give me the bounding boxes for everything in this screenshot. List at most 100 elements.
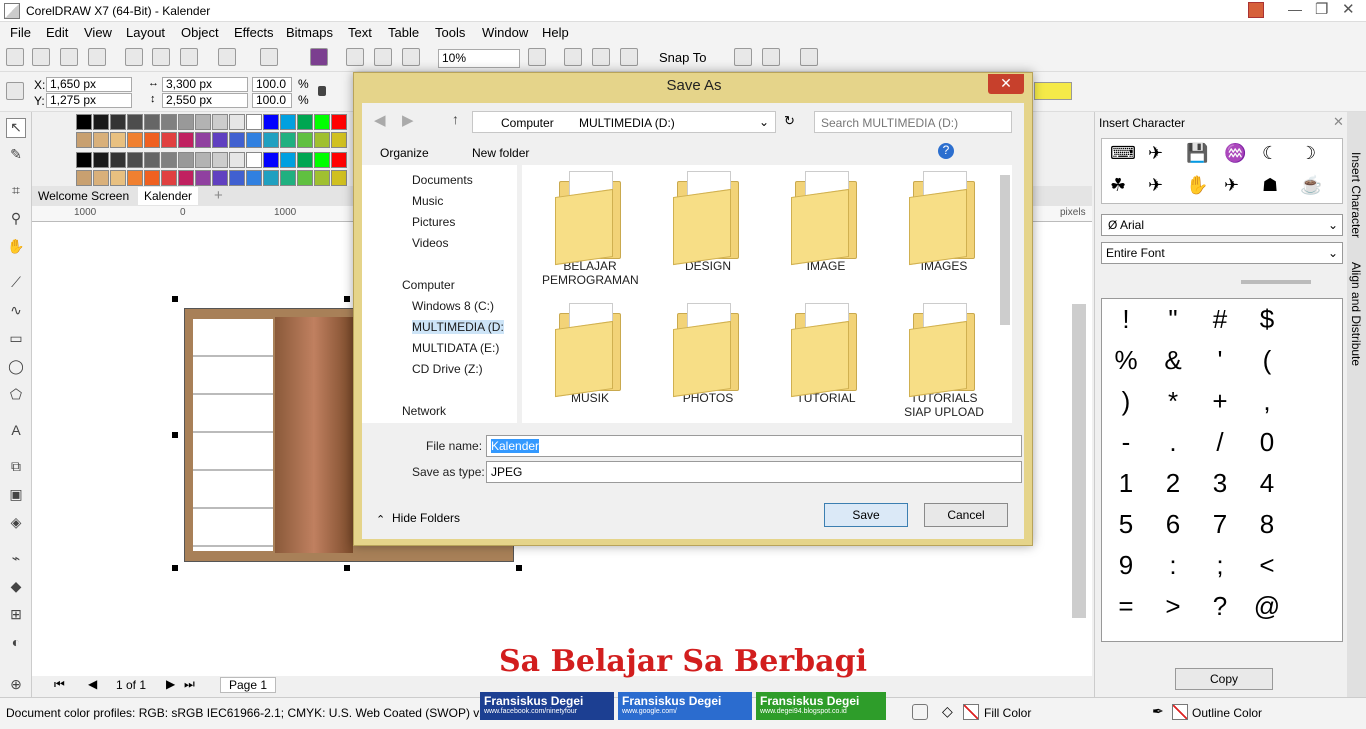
palette-swatch[interactable] [263, 170, 279, 186]
dingbat-glyph[interactable]: ♒ [1224, 143, 1246, 164]
zoom-select[interactable]: 10% [438, 49, 520, 68]
palette-swatch[interactable] [110, 114, 126, 130]
new-icon[interactable] [6, 48, 24, 66]
palette-swatch[interactable] [195, 114, 211, 130]
palette-swatch[interactable] [127, 132, 143, 148]
search-input[interactable]: Search MULTIMEDIA (D:) [814, 111, 1012, 133]
palette-swatch[interactable] [297, 132, 313, 148]
palette-swatch[interactable] [161, 152, 177, 168]
character-cell[interactable]: + [1200, 383, 1240, 419]
breadcrumb-drive[interactable]: MULTIMEDIA (D:) [579, 116, 675, 130]
character-cell[interactable]: 0 [1247, 424, 1287, 460]
palette-swatch[interactable] [280, 170, 296, 186]
pen-icon[interactable]: ✒ [1152, 703, 1164, 720]
palette-swatch[interactable] [246, 132, 262, 148]
text-tool-icon[interactable]: A [6, 422, 26, 442]
palette-swatch[interactable] [297, 170, 313, 186]
copy-icon[interactable] [152, 48, 170, 66]
palette-swatch[interactable] [314, 170, 330, 186]
publish-pdf-icon[interactable] [402, 48, 420, 66]
character-cell[interactable]: # [1200, 301, 1240, 337]
mesh-fill-icon[interactable]: ⊞ [6, 606, 26, 626]
character-cell[interactable]: ' [1200, 342, 1240, 378]
color-profiles-text[interactable]: Document color profiles: RGB: sRGB IEC61… [6, 706, 513, 720]
nav-documents[interactable]: Documents [412, 173, 473, 187]
palette-swatch[interactable] [246, 114, 262, 130]
character-cell[interactable]: 8 [1247, 506, 1287, 542]
palette-swatch[interactable] [280, 132, 296, 148]
folder-item[interactable]: MUSIK [542, 303, 638, 405]
palette-swatch[interactable] [331, 170, 347, 186]
dingbat-glyph[interactable]: ☽ [1300, 143, 1316, 164]
dingbat-glyph[interactable]: ✈ [1148, 175, 1163, 196]
character-cell[interactable]: . [1153, 424, 1193, 460]
nav-computer[interactable]: Computer [402, 278, 455, 292]
character-cell[interactable]: 9 [1106, 547, 1146, 583]
character-cell[interactable]: ; [1200, 547, 1240, 583]
nav-cd-drive-z[interactable]: CD Drive (Z:) [412, 362, 483, 376]
width-field[interactable]: 3,300 px [162, 77, 248, 92]
tab-insert-character[interactable]: Insert Character [1349, 152, 1363, 238]
dingbat-glyph[interactable]: ✋ [1186, 175, 1208, 196]
menu-text[interactable]: Text [348, 25, 372, 40]
copy-button[interactable]: Copy [1175, 668, 1273, 690]
vertical-scrollbar[interactable] [1072, 304, 1086, 618]
character-cell[interactable]: " [1153, 301, 1193, 337]
palette-swatch[interactable] [280, 152, 296, 168]
palette-swatch[interactable] [144, 132, 160, 148]
palette-swatch[interactable] [212, 114, 228, 130]
folder-item[interactable]: PHOTOS [660, 303, 756, 405]
folder-view-scrollbar[interactable] [1000, 175, 1010, 325]
character-cell[interactable]: 7 [1200, 506, 1240, 542]
menu-tools[interactable]: Tools [435, 25, 465, 40]
character-cell[interactable]: ? [1200, 588, 1240, 624]
palette-swatch[interactable] [178, 152, 194, 168]
palette-swatch[interactable] [314, 152, 330, 168]
selection-handle[interactable] [344, 565, 350, 571]
nav-multidata-e[interactable]: MULTIDATA (E:) [412, 341, 499, 355]
x-position-field[interactable]: 1,650 px [46, 77, 132, 92]
nav-pictures[interactable]: Pictures [412, 215, 455, 229]
nav-music[interactable]: Music [412, 194, 443, 208]
palette-swatch[interactable] [314, 114, 330, 130]
proof-colors-icon[interactable] [912, 704, 928, 720]
palette-swatch[interactable] [76, 114, 92, 130]
close-icon[interactable]: ✕ [1342, 0, 1355, 18]
character-cell[interactable]: 3 [1200, 465, 1240, 501]
scale-y-field[interactable]: 100.0 [252, 93, 292, 108]
dingbat-glyph[interactable]: ☾ [1262, 143, 1278, 164]
dingbat-glyph[interactable]: 💾 [1186, 143, 1208, 164]
palette-swatch[interactable] [212, 152, 228, 168]
transparency-icon[interactable]: ◈ [6, 514, 26, 534]
pan-tool-icon[interactable]: ✋ [6, 238, 26, 258]
palette-swatch[interactable] [127, 152, 143, 168]
restore-icon[interactable]: ❐ [1315, 0, 1328, 18]
scale-x-field[interactable]: 100.0 [252, 77, 292, 92]
palette-swatch[interactable] [161, 170, 177, 186]
folder-item[interactable]: TUTORIAL [778, 303, 874, 405]
palette-swatch[interactable] [246, 170, 262, 186]
reference-point-icon[interactable] [6, 82, 24, 100]
palette-swatch[interactable] [246, 152, 262, 168]
folder-item[interactable]: IMAGE [778, 171, 874, 273]
menu-file[interactable]: File [10, 25, 31, 40]
size-slider[interactable] [1241, 280, 1311, 284]
character-cell[interactable]: / [1200, 424, 1240, 460]
drop-shadow-icon[interactable]: ▣ [6, 486, 26, 506]
palette-swatch[interactable] [178, 170, 194, 186]
undo-icon[interactable] [218, 48, 236, 66]
palette-swatch[interactable] [195, 132, 211, 148]
palette-swatch[interactable] [212, 132, 228, 148]
palette-swatch[interactable] [76, 170, 92, 186]
cancel-button[interactable]: Cancel [924, 503, 1008, 527]
character-cell[interactable]: = [1106, 588, 1146, 624]
menu-table[interactable]: Table [388, 25, 419, 40]
rectangle-tool-icon[interactable]: ▭ [6, 330, 26, 350]
dingbat-glyph[interactable]: ☕ [1300, 175, 1322, 196]
y-position-field[interactable]: 1,275 px [46, 93, 132, 108]
dingbat-glyph[interactable]: ✈ [1224, 175, 1239, 196]
palette-swatch[interactable] [161, 132, 177, 148]
palette-swatch[interactable] [178, 132, 194, 148]
character-cell[interactable]: - [1106, 424, 1146, 460]
character-cell[interactable]: ) [1106, 383, 1146, 419]
